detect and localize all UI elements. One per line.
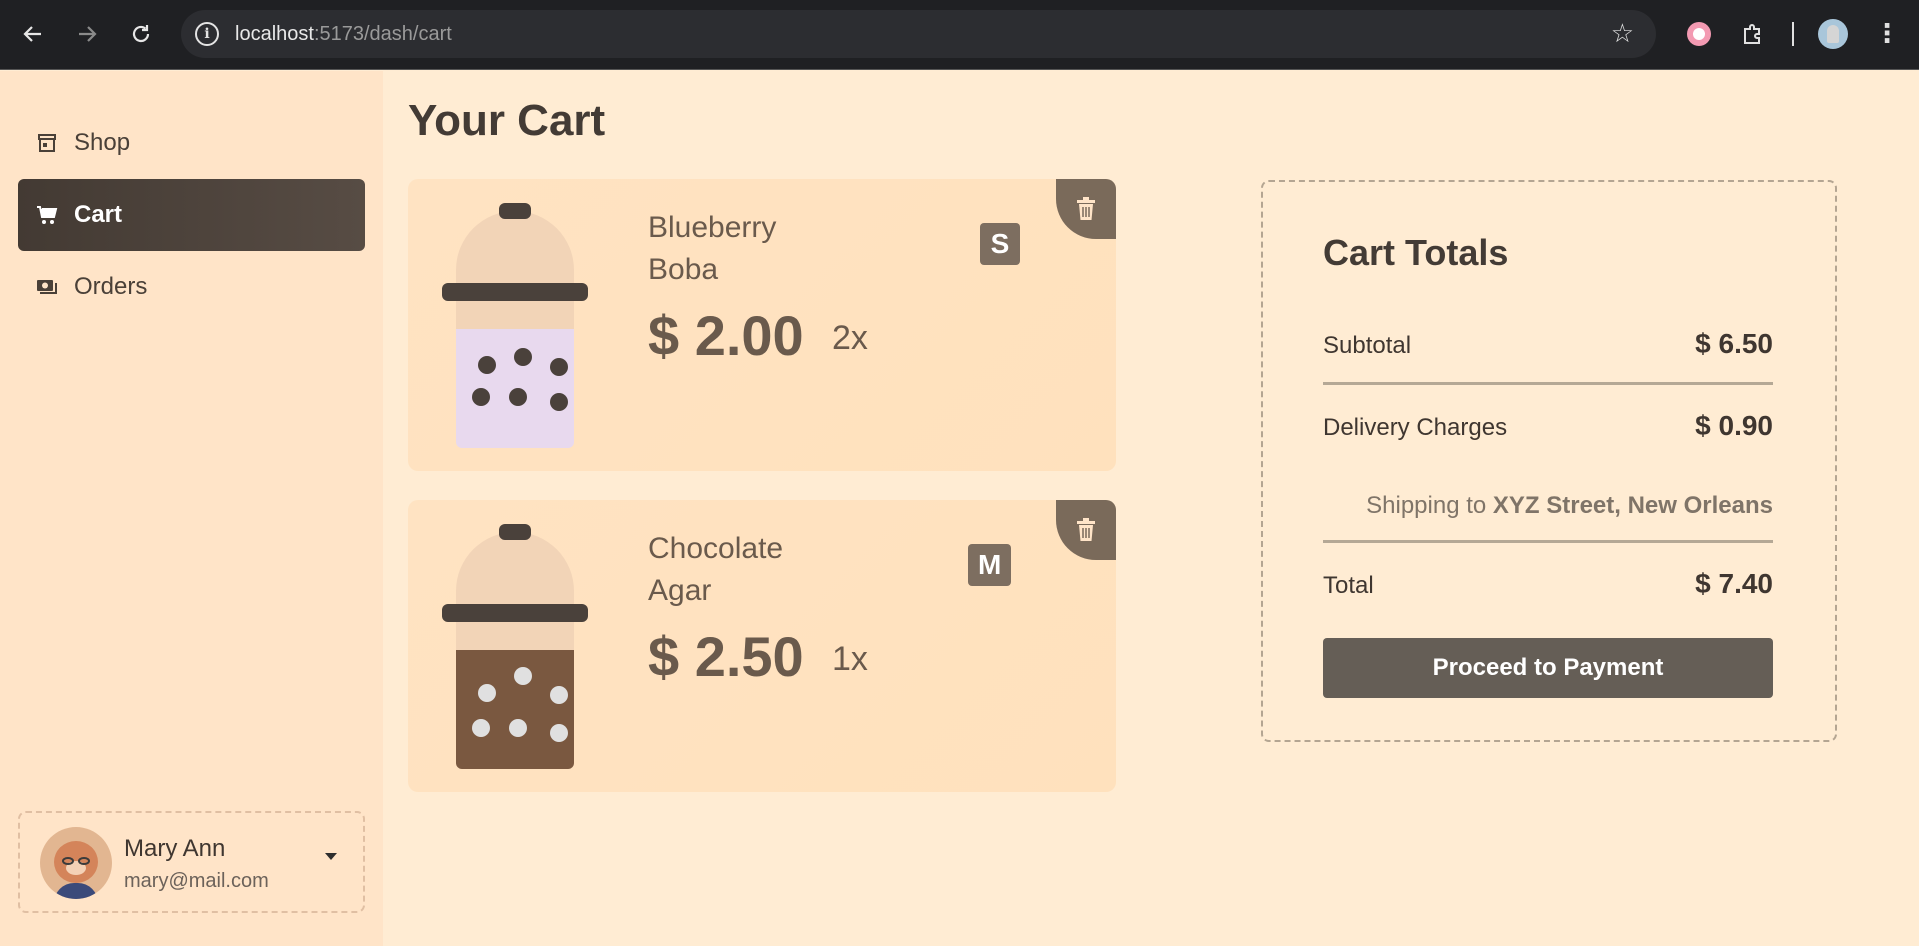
profile-button[interactable] (1817, 18, 1849, 50)
sidebar: Shop Cart Orders Mary Ann mary@mail.com (0, 71, 383, 946)
arrow-left-icon (23, 26, 41, 42)
reload-button[interactable] (124, 17, 158, 51)
cart-totals-panel: Cart Totals Subtotal $ 6.50 Delivery Cha… (1261, 180, 1837, 742)
subtotal-value: $ 6.50 (1695, 328, 1773, 359)
remove-item-button[interactable] (1056, 500, 1116, 560)
item-name: Blueberry Boba (648, 211, 777, 286)
sidebar-item-label: Cart (74, 201, 123, 228)
total-label: Total (1323, 572, 1374, 599)
delivery-row: Delivery Charges $ 0.90 (1323, 410, 1773, 442)
site-info-icon[interactable]: i (195, 22, 219, 46)
item-quantity: 1x (832, 640, 868, 678)
forward-button[interactable] (70, 17, 104, 51)
back-button[interactable] (16, 17, 50, 51)
cart-item-card: Blueberry Boba $ 2.00 2x S (408, 179, 1116, 471)
item-name: Chocolate Agar (648, 532, 784, 607)
trash-icon (1077, 197, 1095, 220)
boba-cup-image (442, 524, 588, 769)
proceed-to-payment-button[interactable]: Proceed to Payment (1323, 638, 1773, 698)
user-profile-card[interactable]: Mary Ann mary@mail.com (18, 811, 365, 913)
subtotal-label: Subtotal (1323, 332, 1412, 359)
delivery-value: $ 0.90 (1695, 410, 1773, 441)
toolbar-divider (1792, 22, 1794, 46)
shipping-prefix: Shipping to (1366, 492, 1487, 519)
browser-menu-button[interactable]: ⋮ (1871, 18, 1903, 50)
url-host: localhost (235, 23, 314, 45)
size-badge: S (980, 223, 1020, 265)
user-name: Mary Ann (124, 835, 226, 862)
browser-toolbar: i localhost:5173/dash/cart ☆ ⋮ (0, 0, 1919, 70)
boba-cup-image (442, 203, 588, 448)
reload-icon (132, 25, 150, 43)
url-text[interactable]: localhost:5173/dash/cart (235, 23, 452, 46)
shipping-address: XYZ Street, New Orleans (1492, 492, 1773, 519)
remove-item-button[interactable] (1056, 179, 1116, 239)
cart-totals-title: Cart Totals (1323, 232, 1509, 273)
total-value: $ 7.40 (1695, 568, 1773, 599)
avatar (40, 827, 112, 899)
trash-icon (1077, 518, 1095, 541)
money-icon (36, 276, 58, 298)
shipping-info: Shipping to XYZ Street, New Orleans (1323, 492, 1773, 520)
delivery-label: Delivery Charges (1323, 414, 1508, 441)
sidebar-item-label: Shop (74, 129, 131, 156)
size-badge: M (968, 544, 1012, 586)
extension-icon (1687, 22, 1711, 46)
address-bar[interactable]: i localhost:5173/dash/cart ☆ (181, 10, 1656, 58)
sidebar-item-orders[interactable]: Orders (18, 251, 365, 323)
kebab-menu-icon: ⋮ (1874, 19, 1900, 49)
divider (1323, 382, 1773, 385)
bookmark-star-icon[interactable]: ☆ (1611, 19, 1634, 49)
sidebar-item-label: Orders (74, 273, 148, 300)
item-price: $ 2.50 (648, 625, 804, 688)
user-email: mary@mail.com (124, 870, 269, 892)
profile-avatar-icon (1818, 19, 1848, 49)
url-path: :5173/dash/cart (313, 23, 452, 45)
arrow-right-icon (79, 26, 97, 42)
item-quantity: 2x (832, 319, 868, 357)
cart-item-card: Chocolate Agar $ 2.50 1x M (408, 500, 1116, 792)
cart-icon (36, 204, 58, 226)
extension-button[interactable] (1683, 18, 1715, 50)
page-title: Your Cart (408, 96, 606, 145)
extensions-menu-button[interactable] (1737, 18, 1769, 50)
caret-down-icon[interactable] (325, 853, 337, 860)
puzzle-icon (1744, 24, 1760, 44)
subtotal-row: Subtotal $ 6.50 (1323, 328, 1773, 360)
store-icon (36, 132, 58, 154)
item-price: $ 2.00 (648, 304, 804, 367)
sidebar-item-cart[interactable]: Cart (18, 179, 365, 251)
divider (1323, 540, 1773, 543)
total-row: Total $ 7.40 (1323, 568, 1773, 600)
sidebar-item-shop[interactable]: Shop (18, 107, 365, 179)
